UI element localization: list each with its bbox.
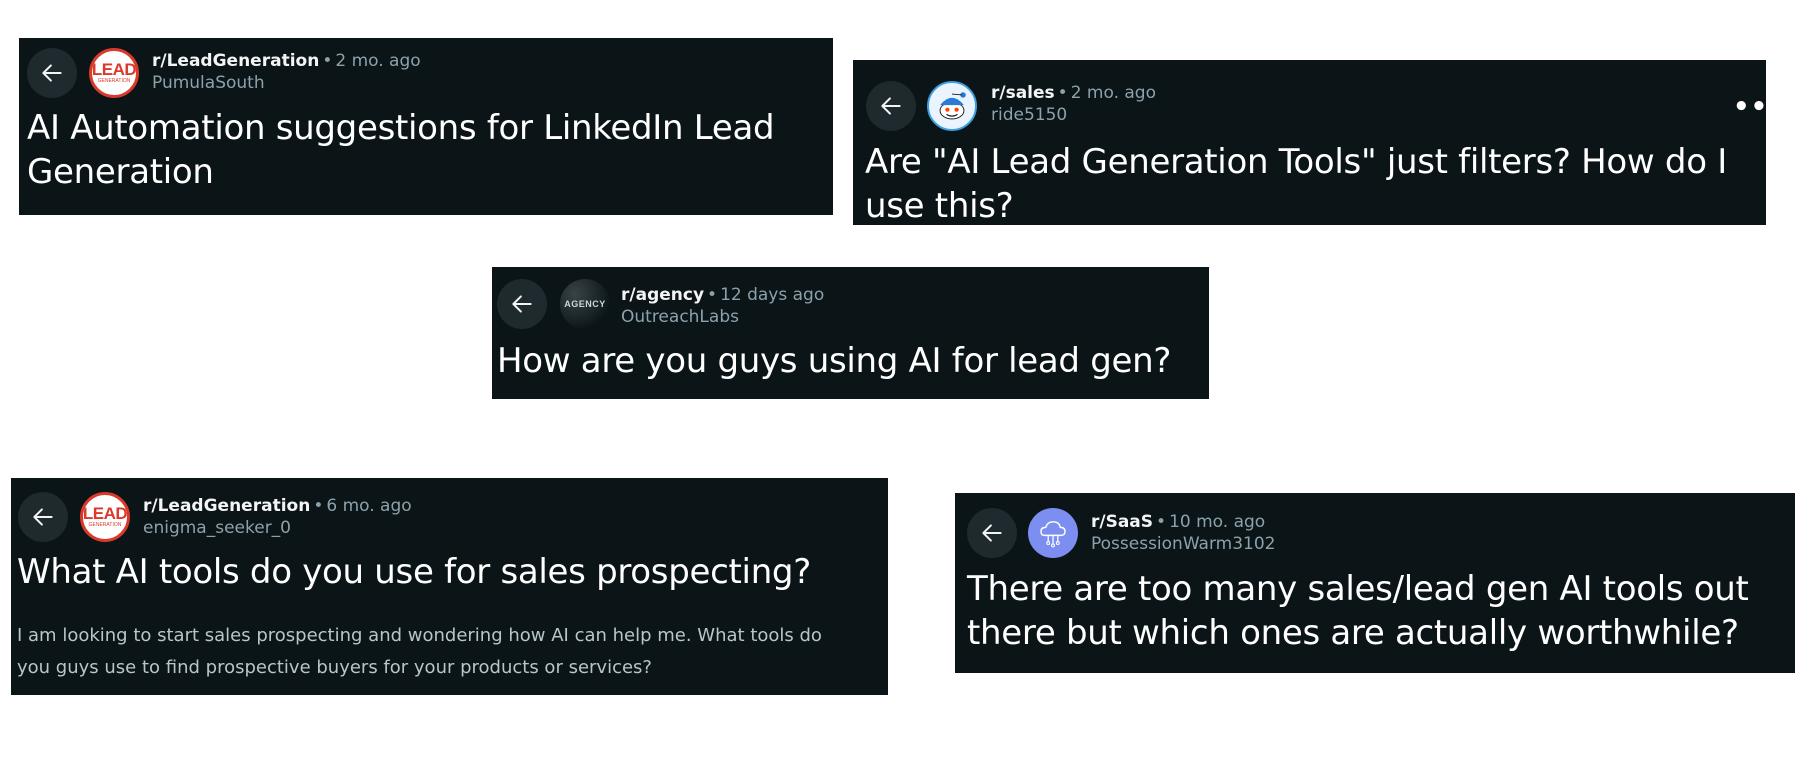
post-title[interactable]: There are too many sales/lead gen AI too… xyxy=(967,567,1787,655)
post-card-3[interactable]: AGENCY r/agency • 12 days ago OutreachLabs… xyxy=(492,267,1209,399)
title-line: there but which ones are actually worthw… xyxy=(967,613,1739,653)
separator-dot: • xyxy=(1156,512,1167,532)
subreddit-avatar[interactable]: LEAD GENERATION xyxy=(80,492,130,542)
back-button[interactable] xyxy=(866,81,916,131)
lead-logo-subtext: GENERATION xyxy=(88,522,122,528)
arrow-left-icon xyxy=(42,64,62,82)
subreddit-link[interactable]: r/agency xyxy=(621,285,704,305)
back-button[interactable] xyxy=(967,508,1017,558)
author-link[interactable]: PumulaSouth xyxy=(152,72,421,94)
arrow-left-icon xyxy=(881,97,901,115)
post-body: I am looking to start sales prospecting … xyxy=(17,620,882,684)
body-line: you guys use to find prospective buyers … xyxy=(17,657,652,678)
subreddit-link[interactable]: r/SaaS xyxy=(1091,512,1153,532)
arrow-left-icon xyxy=(33,508,53,526)
author-link[interactable]: enigma_seeker_0 xyxy=(143,517,412,539)
post-time: 12 days ago xyxy=(720,285,825,305)
agency-logo-text: AGENCY xyxy=(564,299,606,309)
author-link[interactable]: ride5150 xyxy=(991,104,1156,126)
author-link[interactable]: PossessionWarm3102 xyxy=(1091,533,1276,555)
post-meta: r/LeadGeneration • 6 mo. ago enigma_seeker… xyxy=(143,495,412,539)
post-time: 2 mo. ago xyxy=(1070,83,1157,103)
post-time: 2 mo. ago xyxy=(335,51,421,71)
post-card-5[interactable]: r/SaaS • 10 mo. ago PossessionWarm3102 The… xyxy=(955,493,1795,673)
post-card-1[interactable]: LEAD GENERATION r/LeadGeneration • 2 mo. a… xyxy=(19,38,833,215)
post-title[interactable]: AI Automation suggestions for LinkedIn L… xyxy=(27,106,827,194)
snoo-icon xyxy=(939,92,966,120)
back-button[interactable] xyxy=(18,492,68,542)
post-meta: r/sales • 2 mo. ago ride5150 xyxy=(991,82,1156,126)
back-button[interactable] xyxy=(27,48,77,98)
post-title[interactable]: How are you guys using AI for lead gen? xyxy=(497,339,1197,383)
author-link[interactable]: OutreachLabs xyxy=(621,306,824,328)
cloud-circuit-icon xyxy=(1040,521,1066,548)
more-options-button[interactable]: ••• xyxy=(1733,94,1786,120)
separator-dot: • xyxy=(1057,83,1068,103)
subreddit-link[interactable]: r/LeadGeneration xyxy=(152,51,319,71)
post-card-4[interactable]: LEAD GENERATION r/LeadGeneration • 6 mo. a… xyxy=(11,478,888,695)
arrow-left-icon xyxy=(512,295,532,313)
lead-logo-text: LEAD xyxy=(82,504,128,523)
title-line: How are you guys using AI for lead gen? xyxy=(497,341,1172,381)
post-meta: r/agency • 12 days ago OutreachLabs xyxy=(621,284,824,328)
arrow-left-icon xyxy=(982,524,1002,542)
post-time: 6 mo. ago xyxy=(326,496,412,516)
lead-logo-subtext: GENERATION xyxy=(97,78,131,84)
title-line: What AI tools do you use for sales prosp… xyxy=(17,552,811,592)
post-time: 10 mo. ago xyxy=(1169,512,1266,532)
separator-dot: • xyxy=(707,285,718,305)
back-button[interactable] xyxy=(497,279,547,329)
subreddit-avatar[interactable]: AGENCY xyxy=(560,279,610,329)
post-meta: r/SaaS • 10 mo. ago PossessionWarm3102 xyxy=(1091,511,1276,555)
separator-dot: • xyxy=(322,51,333,71)
separator-dot: • xyxy=(313,496,324,516)
title-line: Generation xyxy=(27,152,214,192)
subreddit-avatar[interactable] xyxy=(1028,508,1078,558)
title-line: There are too many sales/lead gen AI too… xyxy=(967,569,1749,609)
title-line: use this? xyxy=(865,186,1014,226)
subreddit-avatar[interactable] xyxy=(927,81,977,131)
post-meta: r/LeadGeneration • 2 mo. ago PumulaSouth xyxy=(152,50,421,94)
lead-logo-text: LEAD xyxy=(91,60,137,79)
post-title[interactable]: What AI tools do you use for sales prosp… xyxy=(17,550,877,594)
subreddit-avatar[interactable]: LEAD GENERATION xyxy=(89,48,139,98)
body-line: I am looking to start sales prospecting … xyxy=(17,625,822,646)
post-card-2[interactable]: r/sales • 2 mo. ago ride5150 ••• Are "AI L… xyxy=(853,60,1785,228)
title-line: AI Automation suggestions for LinkedIn L… xyxy=(27,108,775,148)
subreddit-link[interactable]: r/sales xyxy=(991,83,1055,103)
post-title[interactable]: Are "AI Lead Generation Tools" just filt… xyxy=(865,140,1755,228)
title-line: Are "AI Lead Generation Tools" just filt… xyxy=(865,142,1727,182)
subreddit-link[interactable]: r/LeadGeneration xyxy=(143,496,310,516)
